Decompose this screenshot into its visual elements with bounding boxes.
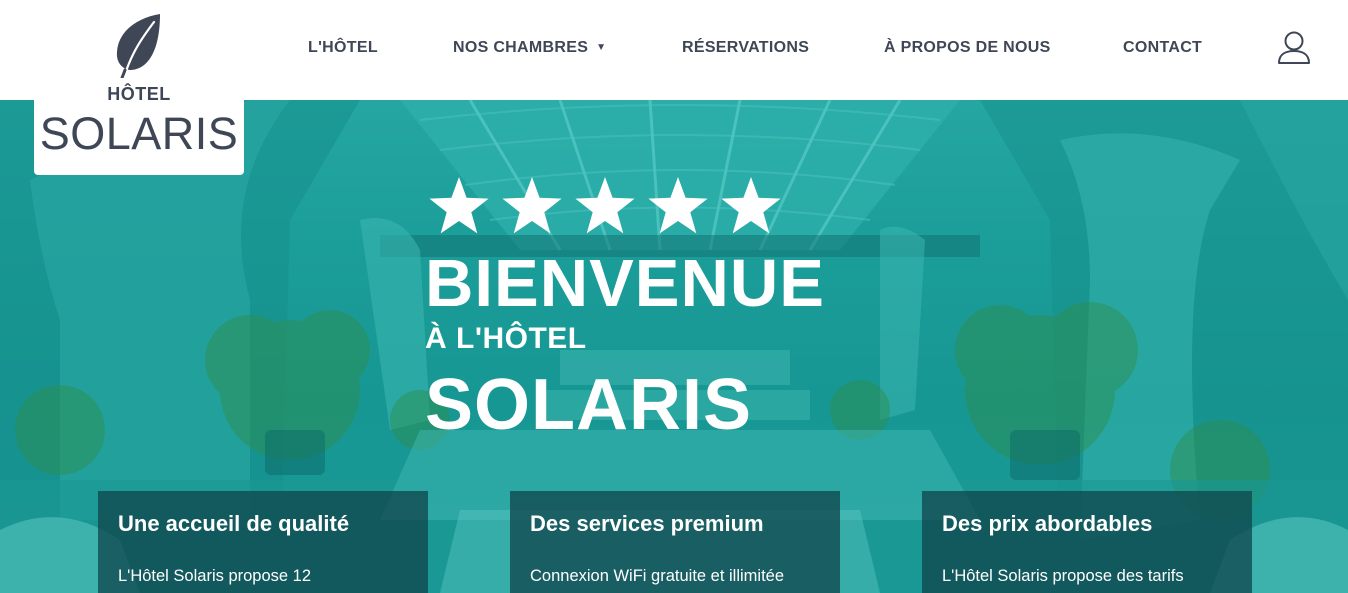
hero-title-welcome: BIENVENUE [425,246,825,321]
nav-item-about[interactable]: À PROPOS DE NOUS [884,39,1051,57]
feature-card-services[interactable]: Des services premium Connexion WiFi grat… [510,491,840,593]
logo[interactable]: HÔTEL SOLARIS [34,0,244,175]
feature-card-prices[interactable]: Des prix abordables L'Hôtel Solaris prop… [922,491,1252,593]
hero-title-name: SOLARIS [425,365,753,445]
hero-title-subtitle: À L'HÔTEL [425,322,587,355]
nav-item-hotel[interactable]: L'HÔTEL [308,39,378,57]
star-icon [429,177,489,234]
nav-item-rooms[interactable]: NOS CHAMBRES ▼ [453,39,606,57]
feature-card-text: Connexion WiFi gratuite et illimitée [530,567,785,585]
nav-item-reservations[interactable]: RÉSERVATIONS [682,39,809,57]
feature-card-text: L'Hôtel Solaris propose des tarifs [942,567,1184,585]
logo-hotel-label: HÔTEL [107,84,171,104]
chevron-down-icon: ▼ [596,42,607,53]
star-icon [575,177,635,234]
feature-card-title: Des prix abordables [942,511,1153,536]
star-icon [721,177,781,234]
logo-name: SOLARIS [39,108,239,159]
rating-stars [429,177,781,234]
nav-item-rooms-label: NOS CHAMBRES [453,39,589,56]
feature-card-title: Une accueil de qualité [118,511,350,536]
feature-card-text: L'Hôtel Solaris propose 12 [118,567,312,585]
feature-card-title: Des services premium [530,511,764,536]
nav-item-contact[interactable]: CONTACT [1123,39,1202,57]
star-icon [502,177,562,234]
feature-card-quality[interactable]: Une accueil de qualité L'Hôtel Solaris p… [98,491,428,593]
star-icon [648,177,708,234]
leaf-icon [116,14,160,78]
user-icon[interactable] [1276,29,1312,65]
page: L'HÔTEL NOS CHAMBRES ▼ RÉSERVATIONS À PRO… [0,0,1348,593]
